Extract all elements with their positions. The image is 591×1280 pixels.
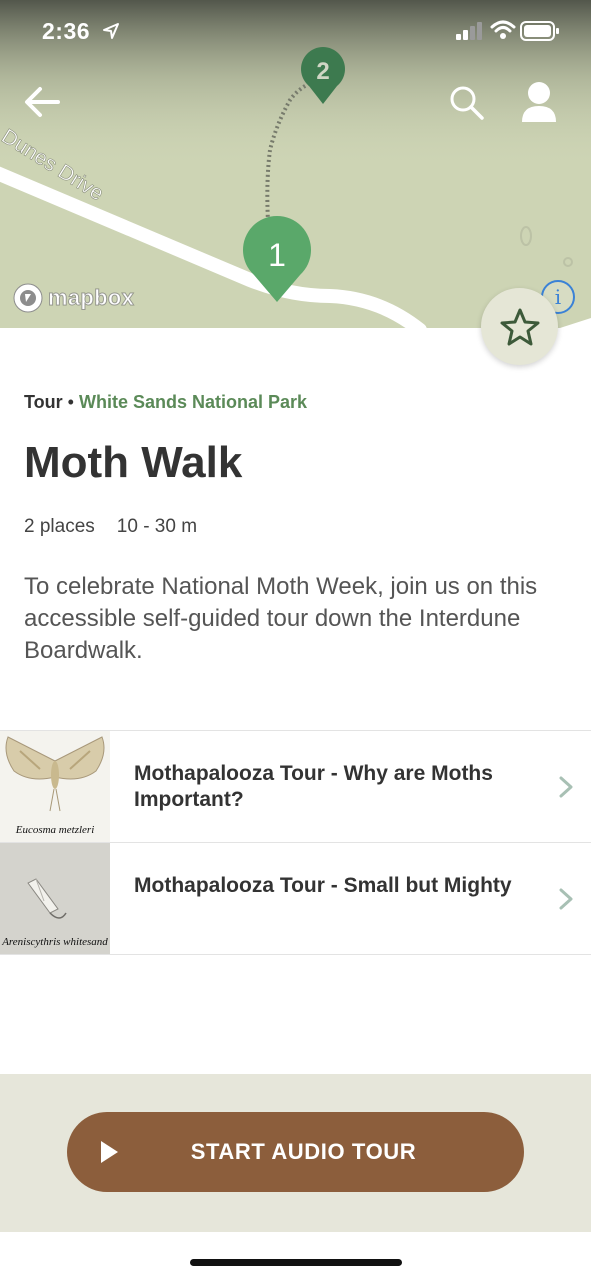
search-icon [450, 86, 484, 120]
start-audio-tour-button[interactable]: START AUDIO TOUR [67, 1112, 524, 1192]
cellular-signal-icon [456, 22, 482, 40]
tour-meta: 2 places 10 - 30 m [24, 516, 197, 538]
stop-thumbnail: Areniscythris whitesand [0, 843, 110, 954]
list-item[interactable]: Areniscythris whitesand Mothapalooza Tou… [0, 843, 591, 955]
favorite-button[interactable] [481, 288, 558, 365]
tour-type-label: Tour [24, 392, 63, 412]
back-button[interactable] [22, 82, 64, 122]
park-link[interactable]: White Sands National Park [79, 392, 307, 412]
stops-list: Eucosma metzleri Mothapalooza Tour - Why… [0, 730, 591, 955]
star-icon [500, 308, 539, 345]
battery-icon [520, 21, 559, 41]
search-button[interactable] [448, 84, 486, 122]
stop-title: Mothapalooza Tour - Why are Moths Import… [134, 762, 493, 811]
chevron-right-icon [559, 776, 573, 798]
breadcrumb: Tour • White Sands National Park [24, 392, 307, 413]
mapbox-attribution[interactable]: mapbox [12, 282, 134, 314]
bottom-action-bar: START AUDIO TOUR [0, 1074, 591, 1232]
location-arrow-icon [103, 23, 119, 39]
start-audio-tour-label: START AUDIO TOUR [190, 1139, 417, 1164]
mapbox-logo-icon [13, 283, 43, 313]
tour-description: To celebrate National Moth Week, join us… [24, 573, 538, 664]
stop-thumbnail: Eucosma metzleri [0, 731, 110, 842]
profile-button[interactable] [518, 80, 560, 124]
mapbox-wordmark: mapbox [47, 285, 135, 311]
marker-1-number: 1 [268, 237, 286, 273]
status-bar: 2:36 [0, 0, 591, 64]
home-indicator[interactable] [190, 1259, 402, 1266]
thumbnail-caption: Areniscythris whitesand [2, 936, 108, 948]
status-time: 2:36 [42, 18, 91, 44]
thumbnail-caption: Eucosma metzleri [15, 824, 95, 836]
places-count: 2 places [24, 516, 95, 537]
user-icon [522, 82, 556, 122]
back-arrow-icon [25, 87, 60, 117]
wifi-icon [490, 20, 516, 39]
stop-title: Mothapalooza Tour - Small but Mighty [134, 874, 512, 897]
breadcrumb-separator: • [67, 392, 74, 412]
map-view[interactable]: Dunes Drive 2 1 2:36 mapbox i [0, 0, 591, 328]
chevron-right-icon [559, 888, 573, 910]
tour-duration: 10 - 30 m [116, 516, 198, 537]
list-item[interactable]: Eucosma metzleri Mothapalooza Tour - Why… [0, 731, 591, 843]
page-title: Moth Walk [24, 438, 243, 487]
